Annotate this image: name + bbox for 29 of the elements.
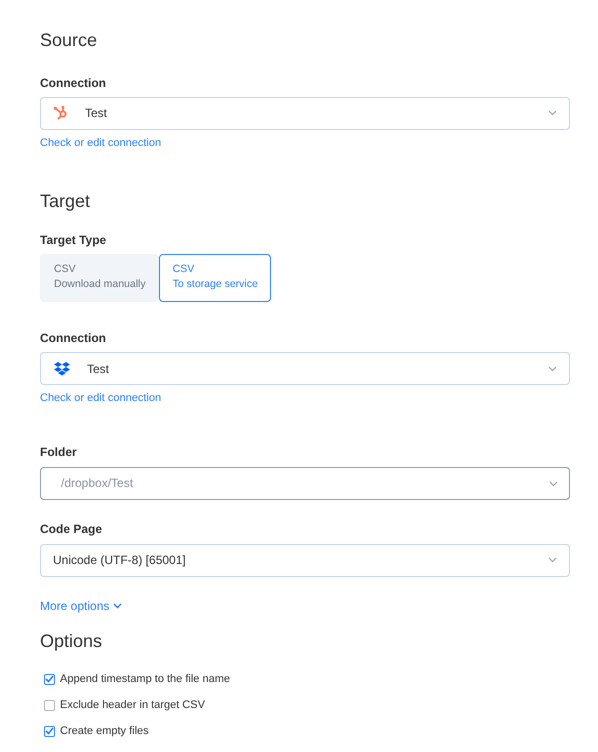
chevron-icon [549, 480, 558, 487]
sprocket-icon [53, 105, 69, 122]
option-checkbox[interactable]: Append timestamp to the file name [40, 666, 570, 692]
chevron-icon [548, 557, 557, 564]
section-heading: Source [40, 30, 98, 52]
check-icon [45, 727, 54, 736]
field-label: Code Page [40, 520, 104, 538]
field-label: Target Type [40, 232, 108, 249]
target-type-tile[interactable]: CSV To storage service [158, 254, 271, 302]
section-heading: Target [40, 191, 92, 213]
section-heading: Options [40, 630, 104, 652]
field-label: Connection [40, 74, 107, 92]
boxes-icon [53, 360, 71, 377]
chevron-icon [548, 110, 557, 116]
folder-select[interactable]: /dropbox/Test [40, 466, 570, 500]
chevron-icon [548, 366, 557, 372]
option-checkbox[interactable]: Create empty files [40, 718, 570, 744]
connection-link[interactable]: Check or edit connection [40, 392, 162, 404]
chevron-icon [113, 602, 122, 609]
more-options-link[interactable]: More options [40, 596, 122, 615]
field-label: Connection [40, 330, 107, 348]
check-icon [45, 675, 54, 684]
target-type-tile[interactable]: CSV Download manually [40, 254, 159, 302]
code-page-select[interactable]: Unicode (UTF-8) [65001] [40, 544, 570, 577]
option-checkbox[interactable]: Exclude header in target CSV [40, 692, 570, 718]
connection-link[interactable]: Check or edit connection [40, 136, 162, 149]
field-label: Folder [40, 444, 78, 461]
connection-select[interactable]: Test [40, 352, 570, 386]
connection-select[interactable]: Test [40, 96, 570, 130]
